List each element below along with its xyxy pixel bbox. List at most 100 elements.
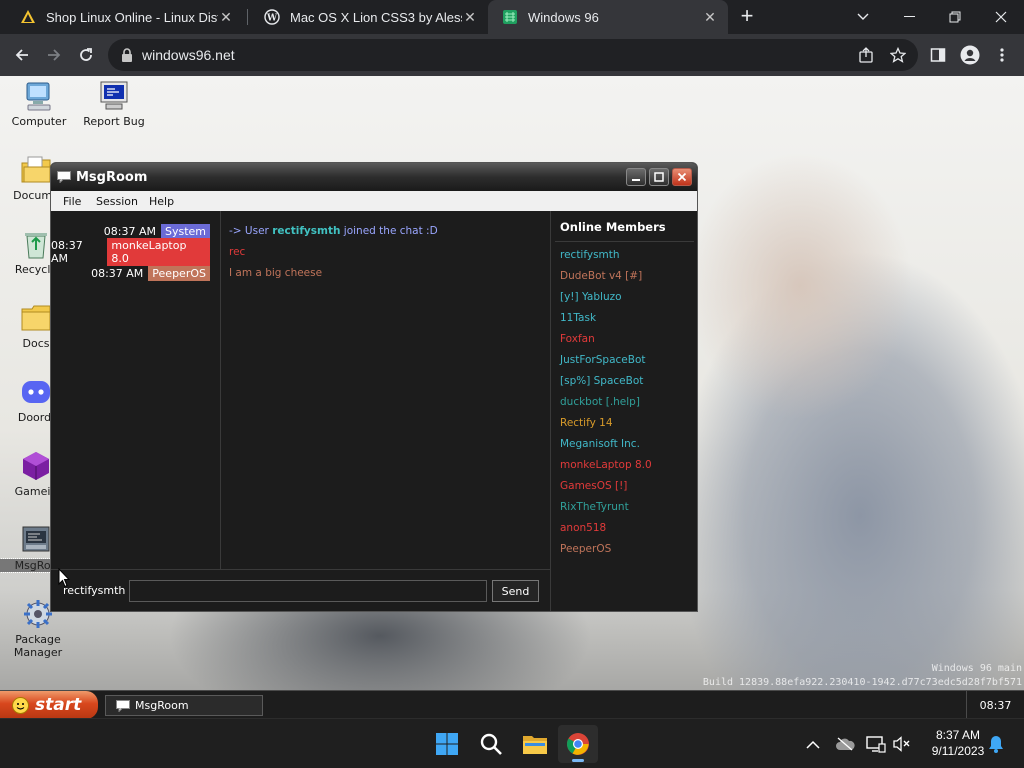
user-badge[interactable]: PeeperOS — [148, 265, 210, 281]
mouse-cursor-icon — [58, 568, 70, 588]
message-fragment: joined the chat :D — [340, 225, 438, 237]
tab-search-chevron-icon[interactable] — [840, 0, 886, 34]
member-item[interactable]: [sp%] SpaceBot — [560, 375, 643, 387]
member-item[interactable]: Meganisoft Inc. — [560, 438, 640, 450]
member-item[interactable]: Foxfan — [560, 333, 595, 345]
discord-icon — [20, 376, 52, 408]
msgroom-icon — [20, 524, 52, 556]
window-minimize-button[interactable] — [626, 168, 646, 186]
menu-file[interactable]: File — [63, 195, 81, 208]
new-tab-button[interactable]: + — [735, 5, 759, 29]
message-time: 08:37 AM — [51, 239, 83, 265]
file-explorer-icon[interactable] — [520, 729, 550, 759]
bookmark-star-icon[interactable] — [884, 41, 912, 69]
report-bug-icon — [98, 80, 130, 112]
forward-button[interactable] — [40, 41, 68, 69]
task-button-msgroom[interactable]: MsgRoom — [105, 695, 263, 716]
address-bar[interactable]: windows96.net — [108, 39, 918, 71]
start-button[interactable]: start — [0, 691, 98, 719]
volume-muted-icon[interactable] — [891, 733, 913, 755]
nickname-label[interactable]: rectifysmth — [63, 584, 125, 597]
close-window-button[interactable] — [978, 0, 1024, 34]
close-tab-icon[interactable]: ✕ — [702, 9, 718, 25]
window-titlebar[interactable]: MsgRoom — [51, 163, 697, 191]
message-fragment: I am a big cheese — [229, 267, 323, 279]
desktop-icon-report-bug[interactable]: Report Bug — [77, 80, 151, 128]
url-text: windows96.net — [142, 47, 235, 63]
chrome-taskbar-icon[interactable] — [558, 725, 598, 763]
search-icon[interactable] — [476, 729, 506, 759]
message-meta-pane: 08:37 AM System 08:37 AM monkeLaptop 8.0… — [51, 211, 221, 569]
message-text: I am a big cheese — [229, 266, 322, 280]
desktop-icon-label: Report Bug — [83, 115, 145, 128]
minimize-button[interactable] — [886, 0, 932, 34]
member-item[interactable]: anon518 — [560, 522, 606, 534]
member-item[interactable]: Rectify 14 — [560, 417, 613, 429]
chat-bubble-icon — [116, 699, 130, 712]
share-icon[interactable] — [852, 41, 880, 69]
lock-icon — [122, 48, 132, 62]
reload-button[interactable] — [72, 41, 100, 69]
window-close-button[interactable] — [672, 168, 692, 186]
w96-taskbar: start MsgRoom 08:37 — [0, 690, 1024, 719]
member-item[interactable]: duckbot [.help] — [560, 396, 640, 408]
close-tab-icon[interactable]: ✕ — [462, 9, 478, 25]
message-time: 08:37 AM — [91, 266, 144, 280]
close-tab-icon[interactable]: ✕ — [218, 9, 234, 25]
menu-session[interactable]: Session — [96, 195, 138, 208]
show-hidden-icons-chevron-icon[interactable] — [802, 733, 824, 755]
message-fragment: rec — [229, 246, 246, 258]
build-line-2: Build 12839.88efa922.230410-1942.d77c73e… — [702, 677, 1022, 688]
user-badge[interactable]: monkeLaptop 8.0 — [107, 238, 210, 266]
divider — [555, 241, 694, 242]
window-maximize-button[interactable] — [649, 168, 669, 186]
windows-taskbar: 8:37 AM 9/11/2023 — [0, 718, 1024, 768]
games-icon — [20, 450, 52, 482]
message-pane: -> User rectifysmth joined the chat :D r… — [221, 211, 550, 569]
computer-icon — [23, 80, 55, 112]
w96-clock: 08:37 — [966, 691, 1024, 719]
member-item[interactable]: monkeLaptop 8.0 — [560, 459, 652, 471]
member-item[interactable]: [y!] Yabluzo — [560, 291, 622, 303]
more-menu-icon[interactable] — [988, 41, 1016, 69]
back-button[interactable] — [8, 41, 36, 69]
tab-title: Windows 96 — [528, 9, 599, 25]
notification-bell-icon[interactable] — [985, 733, 1007, 755]
desktop-icon-label: Package Manager — [13, 633, 63, 659]
linux-shop-favicon-icon — [20, 9, 36, 25]
desktop-icon-computer[interactable]: Computer — [2, 80, 76, 128]
members-title: Online Members — [560, 220, 666, 234]
joined-username: rectifysmth — [272, 225, 341, 237]
menu-help[interactable]: Help — [149, 195, 174, 208]
chat-bubble-icon — [57, 171, 71, 183]
member-item[interactable]: PeeperOS — [560, 543, 611, 555]
tab-linux-shop[interactable]: Shop Linux Online - Linux Distros ✕ — [6, 0, 244, 34]
send-button[interactable]: Send — [492, 580, 539, 602]
message-text: -> User rectifysmth joined the chat :D — [229, 224, 438, 238]
member-item[interactable]: RixTheTyrunt — [560, 501, 629, 513]
log-entry-meta: 08:37 AM System — [104, 223, 210, 239]
network-display-icon[interactable] — [865, 733, 887, 755]
windows-start-icon[interactable] — [432, 729, 462, 759]
tab-windows96[interactable]: Windows 96 ✕ — [488, 0, 728, 34]
side-panel-icon[interactable] — [924, 41, 952, 69]
member-item[interactable]: JustForSpaceBot — [560, 354, 646, 366]
documents-icon — [20, 154, 52, 186]
member-item[interactable]: GamesOS [!] — [560, 480, 627, 492]
recycle-bin-icon — [20, 228, 52, 260]
windows96-desktop: Computer Report Bug Docume Recycle Docs … — [0, 76, 1024, 718]
member-item[interactable]: DudeBot v4 [#] — [560, 270, 642, 282]
folder-icon — [20, 302, 52, 334]
profile-icon[interactable] — [956, 41, 984, 69]
browser-tab-strip: Shop Linux Online - Linux Distros ✕ W Ma… — [0, 0, 1024, 34]
member-item[interactable]: rectifysmth — [560, 249, 620, 261]
restore-button[interactable] — [932, 0, 978, 34]
message-fragment: -> User — [229, 225, 273, 237]
message-text: rec — [229, 245, 245, 259]
task-label: MsgRoom — [135, 699, 189, 712]
member-item[interactable]: 11Task — [560, 312, 596, 324]
onedrive-offline-icon[interactable] — [834, 733, 856, 755]
user-badge[interactable]: System — [160, 223, 210, 239]
tab-mac-os-lion[interactable]: W Mac OS X Lion CSS3 by Alessio A ✕ — [250, 0, 488, 34]
message-input[interactable] — [129, 580, 487, 602]
